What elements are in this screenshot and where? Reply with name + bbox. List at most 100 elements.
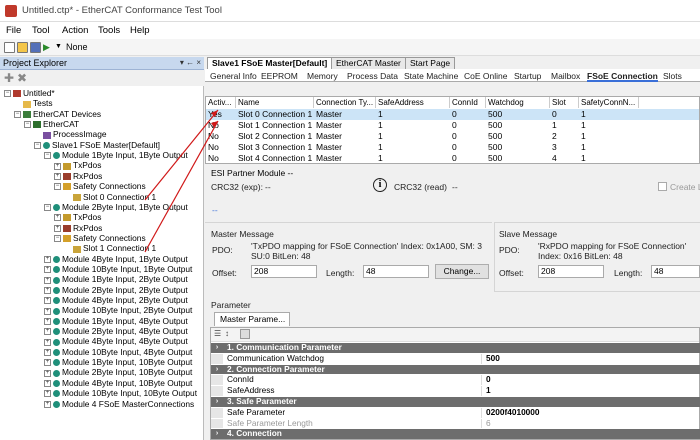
tree-item[interactable]: + RxPdos	[54, 171, 102, 181]
expand-icon[interactable]: +	[44, 297, 51, 305]
play-icon[interactable]: ▶	[43, 42, 54, 53]
expand-icon[interactable]: +	[54, 224, 61, 232]
collapse-icon[interactable]: −	[54, 183, 61, 191]
column-header[interactable]: SafetyConnN...	[579, 97, 639, 108]
grid-cell[interactable]: 1	[579, 109, 639, 120]
tab-fsoe-connection[interactable]: FSoE Connection	[587, 70, 658, 82]
parameter-row[interactable]: Communication Watchdog 500	[211, 353, 700, 364]
parameter-value[interactable]: 1	[486, 385, 491, 396]
parameter-category[interactable]: › 4. Connection	[211, 429, 700, 440]
parameter-category[interactable]: › 1. Communication Parameter	[211, 342, 700, 353]
categorize-icon[interactable]: ☰	[214, 329, 221, 338]
tab-state-machine[interactable]: State Machine	[404, 70, 458, 82]
parameter-row[interactable]: SafeAddress 1	[211, 385, 700, 396]
toolbar-dropdown[interactable]: None	[66, 41, 146, 54]
expand-icon[interactable]: +	[44, 380, 51, 388]
grid-cell[interactable]: 500	[486, 153, 550, 163]
grid-cell[interactable]: 0	[450, 142, 486, 153]
grid-cell[interactable]: 1	[376, 153, 450, 163]
property-pages-icon[interactable]	[240, 329, 250, 339]
tab-process-data[interactable]: Process Data	[347, 70, 398, 82]
expand-icon[interactable]: +	[44, 286, 51, 294]
tree-item[interactable]: + TxPdos	[54, 160, 101, 170]
tree-item[interactable]: − EtherCAT	[24, 119, 79, 129]
expand-icon[interactable]: ›	[211, 343, 223, 353]
parameter-grid[interactable]: ☰ ↕ › 1. Communication Parameter Communica…	[210, 327, 700, 440]
tree-item[interactable]: − Untitled*	[4, 88, 55, 98]
tree-item[interactable]: Slot 0 Connection 1	[64, 192, 156, 202]
expand-icon[interactable]: +	[54, 214, 61, 222]
collapse-icon[interactable]: −	[44, 204, 51, 212]
menu-file[interactable]: File	[6, 25, 21, 36]
grid-cell[interactable]: Master	[314, 109, 376, 120]
parameter-value[interactable]: 500	[486, 353, 500, 364]
grid-cell[interactable]: 2	[550, 131, 579, 142]
grid-cell[interactable]: 0	[450, 153, 486, 163]
collapse-icon[interactable]: −	[34, 142, 41, 150]
parameter-value[interactable]: 0	[486, 375, 491, 385]
tree-item[interactable]: + Module 2Byte Input, 4Byte Output	[44, 326, 188, 336]
expand-icon[interactable]: +	[44, 349, 51, 357]
menu-help[interactable]: Help	[130, 25, 150, 36]
parameter-category[interactable]: › 2. Connection Parameter	[211, 364, 700, 375]
tree-item[interactable]: + Module 4 FSoE MasterConnections	[44, 399, 194, 409]
tab-start-page[interactable]: Start Page	[405, 57, 456, 69]
expand-icon[interactable]: +	[44, 369, 51, 377]
menu-tools[interactable]: Tools	[98, 25, 120, 36]
expand-icon[interactable]: +	[44, 255, 51, 263]
column-header[interactable]: SafeAddress	[376, 97, 450, 108]
grid-cell[interactable]: Yes	[206, 109, 236, 120]
tree-item[interactable]: + Module 10Byte Input, 10Byte Output	[44, 388, 197, 398]
connections-grid[interactable]: Activ... Name Connection Ty... SafeAddress C…	[205, 96, 700, 164]
column-header[interactable]: ConnId	[450, 97, 486, 108]
tree-item[interactable]: + Module 4Byte Input, 10Byte Output	[44, 378, 192, 388]
column-header[interactable]: Connection Ty...	[314, 97, 376, 108]
expand-icon[interactable]: +	[44, 317, 51, 325]
tree-item[interactable]: + Module 1Byte Input, 4Byte Output	[44, 316, 188, 326]
tree-item[interactable]: ProcessImage	[34, 129, 107, 139]
collapse-icon[interactable]: −	[4, 90, 11, 98]
expand-icon[interactable]: ›	[211, 397, 223, 407]
tree-item[interactable]: − Safety Connections	[54, 181, 146, 191]
grid-cell[interactable]: Slot 3 Connection 1	[236, 142, 314, 153]
grid-cell[interactable]: 1	[579, 131, 639, 142]
tab-coe-online[interactable]: CoE Online	[464, 70, 507, 82]
tree-item[interactable]: + Module 10Byte Input, 1Byte Output	[44, 264, 192, 274]
menu-action[interactable]: Action	[62, 25, 88, 36]
tree-item[interactable]: Slot 1 Connection 1	[64, 243, 156, 253]
expand-icon[interactable]: ›	[211, 429, 223, 440]
tab-mailbox[interactable]: Mailbox	[551, 70, 580, 82]
panel-buttons[interactable]: ▾ ← ×	[180, 58, 201, 67]
tree-item[interactable]: Tests	[14, 98, 53, 108]
tab-slave1[interactable]: Slave1 FSoE Master[Default]	[207, 57, 333, 69]
grid-cell[interactable]: 1	[376, 120, 450, 131]
expand-icon[interactable]: +	[44, 266, 51, 274]
grid-cell[interactable]: 1	[579, 153, 639, 163]
tree-item[interactable]: + Module 4Byte Input, 4Byte Output	[44, 336, 188, 346]
slave-offset-field[interactable]: 208	[538, 265, 604, 278]
grid-cell[interactable]: 0	[450, 120, 486, 131]
tree-item[interactable]: + RxPdos	[54, 223, 102, 233]
chevron-down-icon[interactable]: ▼	[55, 42, 66, 53]
master-offset-field[interactable]: 208	[251, 265, 317, 278]
expand-icon[interactable]: +	[44, 400, 51, 408]
tab-memory[interactable]: Memory	[307, 70, 338, 82]
parameter-value[interactable]: 0200f4010000	[486, 407, 540, 418]
expand-icon[interactable]: +	[44, 390, 51, 398]
tree-item[interactable]: + Module 2Byte Input, 10Byte Output	[44, 367, 192, 377]
tree-item[interactable]: + Module 4Byte Input, 2Byte Output	[44, 295, 188, 305]
tree-item[interactable]: − Slave1 FSoE Master[Default]	[34, 140, 160, 150]
grid-cell[interactable]: Master	[314, 142, 376, 153]
tree-item[interactable]: + Module 1Byte Input, 10Byte Output	[44, 357, 192, 367]
tab-general-info[interactable]: General Info	[210, 70, 257, 82]
grid-cell[interactable]: 1	[550, 120, 579, 131]
tree-item[interactable]: + Module 1Byte Input, 2Byte Output	[44, 274, 188, 284]
tree-item[interactable]: − Module 2Byte Input, 1Byte Output	[44, 202, 188, 212]
collapse-icon[interactable]: −	[44, 152, 51, 160]
grid-cell[interactable]: 0	[450, 109, 486, 120]
grid-cell[interactable]: 500	[486, 142, 550, 153]
grid-cell[interactable]: Slot 4 Connection 1	[236, 153, 314, 163]
save-icon[interactable]	[30, 42, 41, 53]
grid-cell[interactable]: 1	[579, 142, 639, 153]
grid-cell[interactable]: 0	[550, 109, 579, 120]
